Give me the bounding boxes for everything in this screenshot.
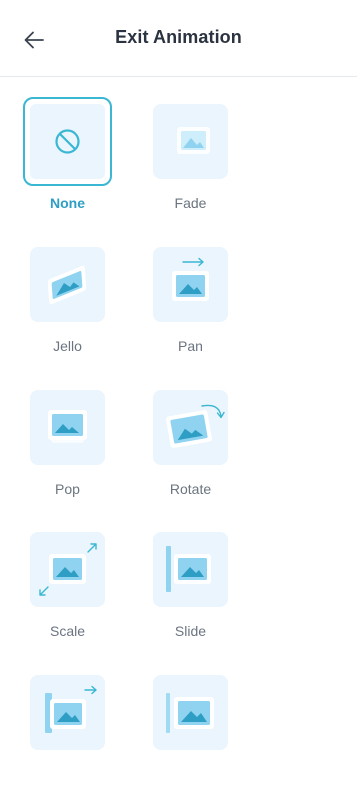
animation-tile <box>153 532 228 607</box>
animation-option-fade[interactable]: Fade <box>140 104 240 234</box>
header: Exit Animation <box>0 0 357 77</box>
slide-reveal-icon <box>166 693 214 733</box>
arrow-left-icon <box>24 31 44 49</box>
animation-label: Jello <box>53 338 82 354</box>
animation-option-slide-reveal[interactable] <box>140 675 240 805</box>
none-icon <box>55 129 80 154</box>
animation-label: Fade <box>174 195 207 211</box>
animation-label: Scale <box>49 623 86 639</box>
animation-tile <box>23 97 112 186</box>
animation-label: Pan <box>178 338 203 354</box>
animation-tile <box>30 390 105 465</box>
animation-option-pop[interactable]: Pop <box>17 390 117 520</box>
animation-option-none[interactable]: None <box>17 97 117 234</box>
wipe-icon <box>45 685 97 733</box>
fade-icon <box>177 127 210 154</box>
animation-label: None <box>50 195 85 211</box>
animation-tile <box>153 104 228 179</box>
rotate-icon <box>166 404 225 448</box>
animation-tile <box>153 675 228 750</box>
animation-option-rotate[interactable]: Rotate <box>140 390 240 520</box>
page-title: Exit Animation <box>115 27 242 47</box>
pop-icon <box>48 410 87 443</box>
animation-label: Rotate <box>169 481 212 497</box>
animation-tile <box>153 390 228 465</box>
animation-label: Slide <box>174 623 207 639</box>
animation-tile <box>30 532 105 607</box>
animation-option-wipe[interactable] <box>17 675 117 805</box>
animation-option-pan[interactable]: Pan <box>140 247 240 377</box>
animation-option-jello[interactable]: Jello <box>17 247 117 377</box>
animation-tile <box>30 675 105 750</box>
slide-icon <box>166 546 211 592</box>
animation-option-slide[interactable]: Slide <box>140 532 240 662</box>
back-button[interactable] <box>18 24 50 56</box>
animation-option-scale[interactable]: Scale <box>17 532 117 662</box>
animation-tile <box>153 247 228 322</box>
pan-icon <box>172 257 209 301</box>
scale-icon <box>39 543 97 596</box>
animation-label: Pop <box>55 481 80 497</box>
jello-icon <box>47 265 87 305</box>
animation-tile <box>30 247 105 322</box>
